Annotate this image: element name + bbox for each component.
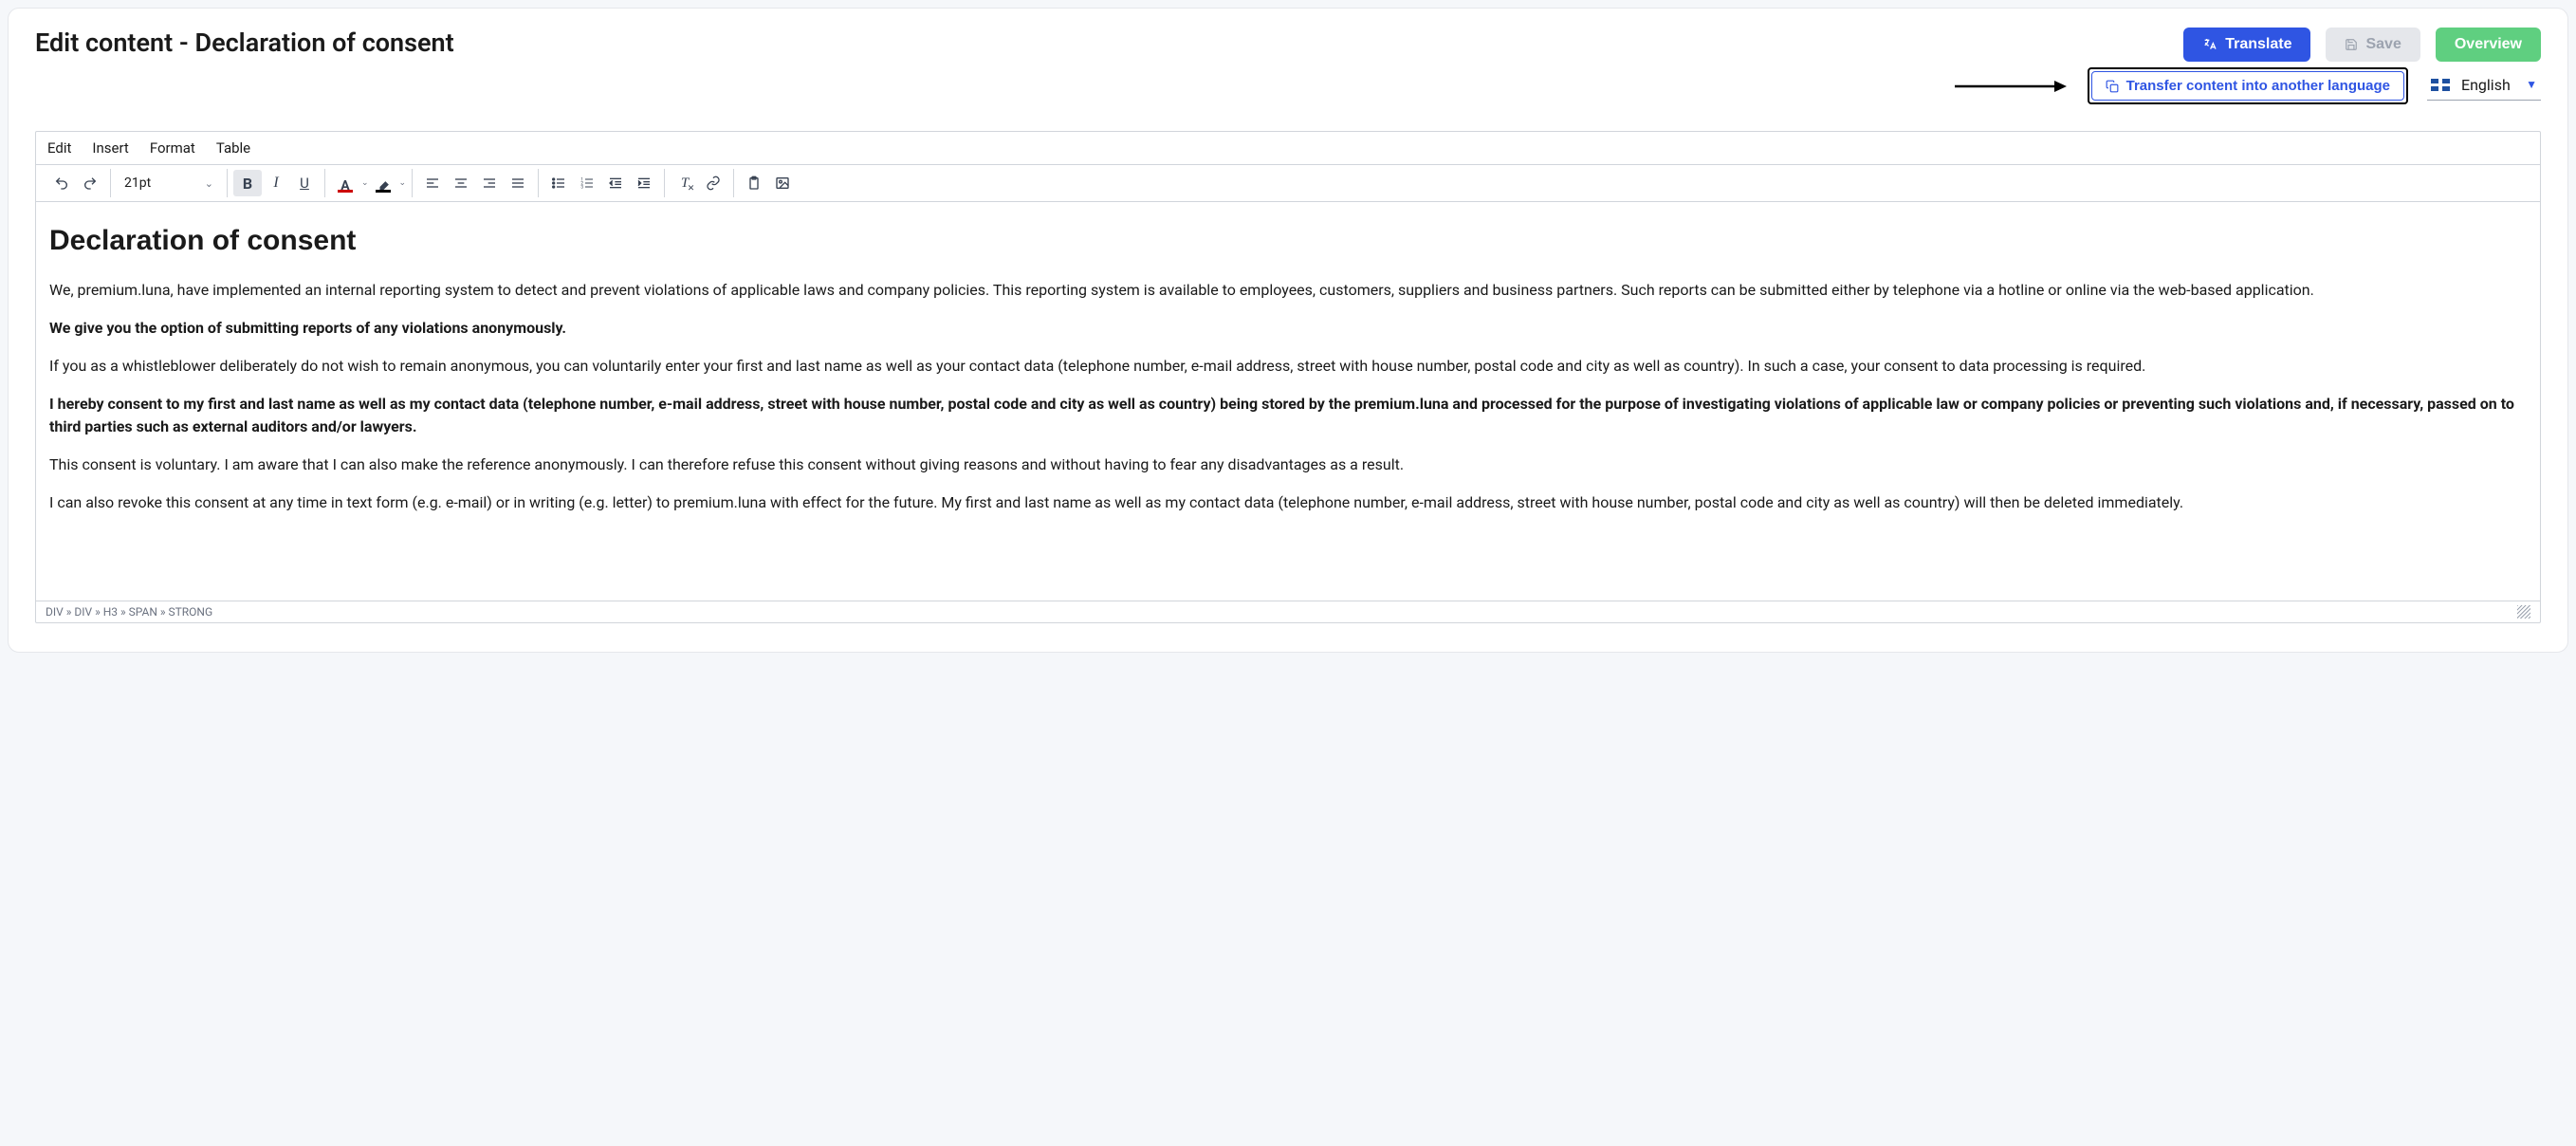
rich-text-editor: Edit Insert Format Table 21pt ⌄ [35,131,2541,623]
highlight-color-button[interactable] [369,170,397,196]
underline-button[interactable]: U [290,170,319,196]
chevron-down-icon: ⌄ [205,177,213,190]
content-editor-card: Edit content - Declaration of consent Tr… [8,8,2568,653]
editor-menu-bar: Edit Insert Format Table [36,132,2540,165]
translate-label: Translate [2225,36,2291,53]
translate-button[interactable]: Translate [2183,28,2310,62]
editor-content[interactable]: Declaration of consent We, premium.luna,… [36,202,2540,601]
language-select[interactable]: English ▼ [2427,72,2541,101]
align-justify-button[interactable] [504,170,532,196]
bold-button[interactable]: B [233,170,262,196]
copy-icon [2106,80,2119,93]
menu-edit[interactable]: Edit [47,139,71,157]
resize-handle[interactable] [2517,605,2530,619]
content-paragraph: We, premium.luna, have implemented an in… [49,279,2527,302]
align-left-button[interactable] [418,170,447,196]
text-color-dropdown[interactable]: ⌄ [361,178,369,188]
outdent-button[interactable] [601,170,630,196]
transfer-label: Transfer content into another language [2126,78,2390,94]
content-paragraph-bold: I hereby consent to my first and last na… [49,393,2527,438]
element-path-bar: DIV » DIV » H3 » SPAN » STRONG [36,601,2540,622]
italic-button[interactable]: I [262,170,290,196]
chevron-down-icon: ▼ [2526,78,2537,91]
content-paragraph: I can also revoke this consent at any ti… [49,491,2527,514]
overview-button[interactable]: Overview [2436,28,2541,62]
menu-format[interactable]: Format [150,139,195,157]
content-paragraph-bold: We give you the option of submitting rep… [49,317,2527,340]
save-icon [2345,38,2358,51]
menu-insert[interactable]: Insert [92,139,128,157]
transfer-highlight-box: Transfer content into another language [2088,67,2408,104]
font-size-value: 21pt [124,176,151,191]
overview-label: Overview [2455,36,2522,53]
subheader-row: Transfer content into another language E… [35,67,2541,104]
language-value: English [2461,76,2514,94]
save-button[interactable]: Save [2326,28,2420,62]
menu-table[interactable]: Table [216,139,250,157]
bullet-list-button[interactable] [544,170,573,196]
clear-formatting-button[interactable]: T✕ [671,170,699,196]
translate-icon [2202,37,2217,52]
uk-flag-icon [2431,79,2450,91]
page-title: Edit content - Declaration of consent [35,28,454,58]
align-center-button[interactable] [447,170,475,196]
svg-text:3: 3 [580,184,583,190]
paste-button[interactable] [740,170,768,196]
save-label: Save [2365,36,2401,53]
undo-button[interactable] [47,170,76,196]
content-paragraph: If you as a whistleblower deliberately d… [49,355,2527,378]
header-row: Edit content - Declaration of consent Tr… [35,28,2541,62]
font-size-select[interactable]: 21pt ⌄ [117,170,221,196]
pointer-arrow [1955,78,2069,95]
image-button[interactable] [768,170,797,196]
editor-toolbar: 21pt ⌄ B I U A ⌄ ⌄ [36,165,2540,202]
element-path[interactable]: DIV » DIV » H3 » SPAN » STRONG [46,605,212,619]
numbered-list-button[interactable]: 123 [573,170,601,196]
align-right-button[interactable] [475,170,504,196]
text-color-button[interactable]: A [331,170,359,196]
transfer-language-button[interactable]: Transfer content into another language [2091,71,2404,101]
redo-button[interactable] [76,170,104,196]
header-actions: Translate Save Overview [2183,28,2541,62]
indent-button[interactable] [630,170,658,196]
content-heading: Declaration of consent [49,219,2527,262]
link-button[interactable] [699,170,727,196]
content-paragraph: This consent is voluntary. I am aware th… [49,453,2527,476]
highlight-color-dropdown[interactable]: ⌄ [399,178,407,188]
